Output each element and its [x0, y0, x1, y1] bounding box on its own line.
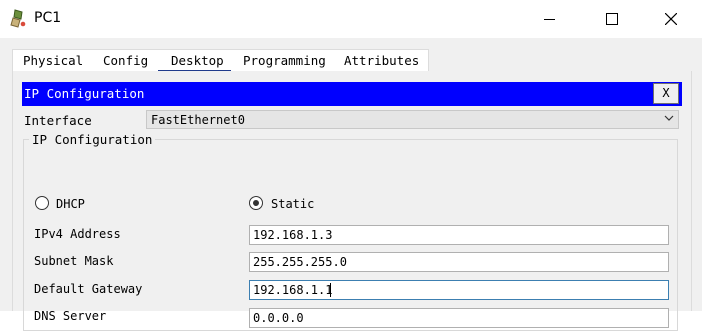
tab-config[interactable]: Config — [103, 53, 148, 68]
default-gateway-label: Default Gateway — [34, 282, 143, 296]
minimize-button[interactable] — [520, 0, 578, 38]
close-window-button[interactable] — [642, 0, 700, 38]
text-caret — [330, 283, 331, 297]
subnet-mask-label: Subnet Mask — [34, 254, 114, 268]
ip-configuration-panel: IP Configuration X Interface FastEtherne… — [12, 71, 692, 331]
tab-physical[interactable]: Physical — [23, 53, 83, 68]
ipv4-address-field[interactable] — [249, 225, 669, 245]
tab-bar: Physical Config Desktop Programming Attr… — [12, 49, 429, 73]
tab-programming[interactable]: Programming — [243, 53, 326, 68]
ipv4-address-label: IPv4 Address — [34, 227, 121, 241]
interface-value: FastEthernet0 — [151, 113, 245, 127]
maximize-button[interactable] — [582, 0, 640, 38]
interface-dropdown[interactable]: FastEthernet0 — [146, 110, 679, 129]
dns-server-field[interactable] — [249, 308, 669, 328]
dhcp-label[interactable]: DHCP — [56, 197, 85, 211]
tab-desktop[interactable]: Desktop — [171, 53, 224, 68]
title-bar: PC1 — [0, 0, 702, 38]
static-radio[interactable] — [249, 196, 263, 210]
static-label[interactable]: Static — [271, 197, 314, 211]
panel-title: IP Configuration — [24, 86, 145, 101]
dhcp-radio[interactable] — [35, 196, 49, 210]
subnet-mask-field[interactable] — [249, 252, 669, 272]
default-gateway-field[interactable] — [249, 280, 669, 300]
tab-attributes[interactable]: Attributes — [344, 53, 419, 68]
interface-label: Interface — [24, 113, 92, 128]
dns-server-label: DNS Server — [34, 309, 107, 323]
close-icon — [665, 13, 677, 25]
chevron-down-icon — [664, 115, 674, 121]
window-title: PC1 — [34, 10, 62, 26]
device-window-body: Physical Config Desktop Programming Attr… — [0, 38, 702, 331]
panel-title-bar: IP Configuration — [22, 82, 682, 106]
close-panel-button[interactable]: X — [653, 83, 679, 104]
pc-app-icon — [10, 9, 26, 28]
group-title: IP Configuration — [29, 132, 156, 147]
